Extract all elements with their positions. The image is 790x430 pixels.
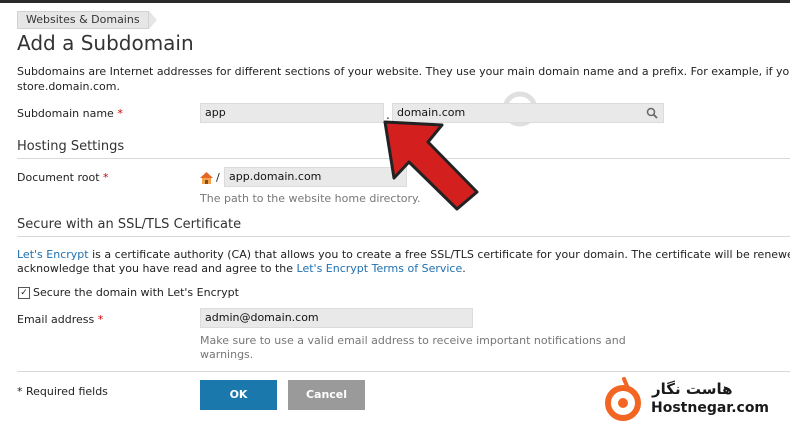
email-input[interactable]: admin@domain.com [200,308,473,328]
path-slash: / [216,171,220,184]
lets-encrypt-checkbox[interactable]: ✓ [18,287,30,299]
email-address-label: Email address * [17,313,103,326]
required-mark: * [97,313,104,326]
ssl-description-text-1: is a certificate authority (CA) that all… [88,248,790,261]
home-icon [199,170,214,189]
email-hint: Make sure to use a valid email address t… [200,334,626,362]
red-arrow-annotation [382,112,482,216]
ssl-description-end: . [462,262,466,275]
divider [17,371,790,372]
brand-logo-icon [603,377,645,427]
divider [17,236,790,237]
intro-line-2: store.domain.com. [17,80,121,93]
ssl-heading: Secure with an SSL/TLS Certificate [17,217,242,232]
search-icon[interactable] [646,107,658,125]
lets-encrypt-link[interactable]: Let's Encrypt [17,248,89,261]
document-root-label: Document root * [17,171,109,184]
hosting-settings-heading: Hosting Settings [17,139,125,154]
intro-text: Subdomains are Internet addresses for di… [17,64,790,94]
ssl-description-line-1: Let's Encrypt is a certificate authority… [17,248,790,262]
email-hint-line-2: warnings. [200,348,254,361]
ssl-description: Let's Encrypt is a certificate authority… [17,248,790,276]
subdomain-name-label: Subdomain name * [17,107,123,120]
ok-button[interactable]: OK [200,380,277,410]
required-mark: * [103,171,109,184]
page-title: Add a Subdomain [17,31,194,55]
ssl-description-text-2: acknowledge that you have read and agree… [17,262,297,275]
top-bar [0,0,790,3]
terms-of-service-link[interactable]: Let's Encrypt Terms of Service [297,262,463,275]
brand-name-fa: هاست نگار [652,380,733,398]
email-hint-line-1: Make sure to use a valid email address t… [200,334,626,347]
cancel-button[interactable]: Cancel [288,380,365,410]
lets-encrypt-checkbox-label[interactable]: Secure the domain with Let's Encrypt [33,286,239,299]
document-root-input[interactable]: app.domain.com [224,167,407,187]
brand-name-en: Hostnegar.com [651,400,770,416]
document-root-label-text: Document root [17,171,100,184]
required-mark: * [117,107,123,120]
required-fields-note: * Required fields [17,385,108,398]
ssl-description-line-2: acknowledge that you have read and agree… [17,262,790,276]
subdomain-input[interactable]: app [200,103,384,123]
checkmark-icon: ✓ [20,288,28,298]
email-address-label-text: Email address [17,313,95,326]
intro-line-1: Subdomains are Internet addresses for di… [17,65,790,78]
breadcrumb[interactable]: Websites & Domains [17,11,157,29]
subdomain-name-label-text: Subdomain name [17,107,114,120]
